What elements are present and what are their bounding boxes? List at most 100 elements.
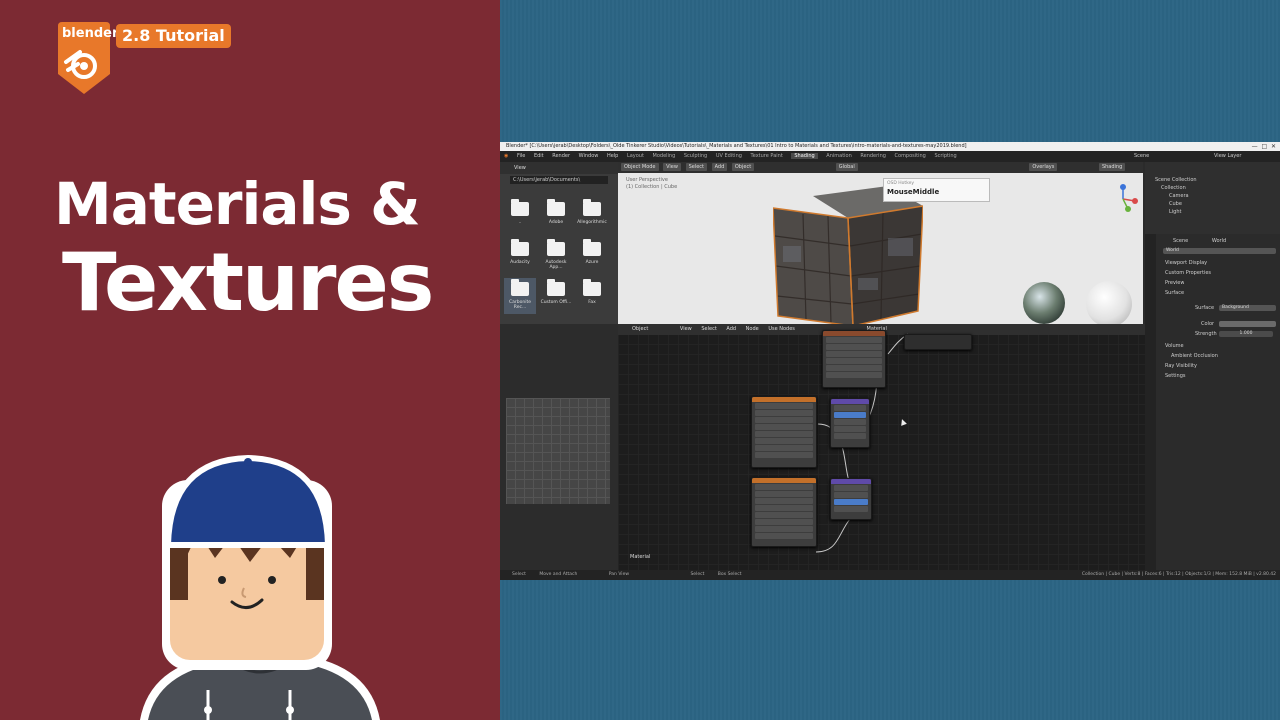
folder-item[interactable]: Audacity bbox=[504, 238, 536, 274]
menu-edit[interactable]: Edit bbox=[534, 153, 544, 159]
strength-label: Strength bbox=[1195, 331, 1217, 337]
scene-tab-label[interactable]: Scene bbox=[1173, 238, 1188, 244]
title-line-1: Materials & bbox=[54, 170, 421, 238]
tab-sculpting[interactable]: Sculpting bbox=[684, 153, 707, 159]
view-layer-selector[interactable]: View Layer bbox=[1214, 151, 1241, 162]
3d-viewport[interactable]: Object Mode View Select Add Object Globa… bbox=[618, 162, 1143, 327]
viewport-menu-view[interactable]: View bbox=[663, 163, 681, 171]
panel-surface[interactable]: Surface bbox=[1165, 289, 1184, 297]
panel-volume[interactable]: Volume bbox=[1165, 342, 1184, 350]
folder-item[interactable]: Autodesk App... bbox=[540, 238, 572, 274]
folder-icon bbox=[511, 199, 529, 216]
panel-viewport-display[interactable]: Viewport Display bbox=[1165, 259, 1207, 267]
title-line-2: Textures bbox=[62, 236, 434, 329]
folder-item[interactable]: Carbonite Rec... bbox=[504, 278, 536, 314]
scene-selector[interactable]: Scene bbox=[1134, 151, 1149, 162]
tab-rendering[interactable]: Rendering bbox=[860, 153, 886, 159]
tutorial-badge: 2.8 Tutorial bbox=[116, 24, 231, 48]
image-texture-node-left[interactable] bbox=[751, 396, 817, 468]
top-menubar: ◉ File Edit Render Window Help Layout Mo… bbox=[500, 151, 1280, 162]
object-mode-dropdown[interactable]: Object Mode bbox=[621, 163, 659, 171]
uv-grid bbox=[506, 398, 610, 504]
blender-screenshot: Blender* [C:\Users\jerab\Desktop\Folders… bbox=[500, 142, 1280, 580]
viewport-header: Object Mode View Select Add Object Globa… bbox=[618, 162, 1143, 173]
folder-icon bbox=[511, 279, 529, 296]
folder-icon bbox=[583, 199, 601, 216]
tab-compositing[interactable]: Compositing bbox=[895, 153, 926, 159]
folder-icon bbox=[511, 239, 529, 256]
matte-preview-sphere bbox=[1086, 281, 1132, 327]
bump-node[interactable] bbox=[830, 398, 870, 448]
folder-icon bbox=[583, 279, 601, 296]
outliner-cube[interactable]: Cube bbox=[1145, 200, 1280, 208]
file-browser-view-menu[interactable]: View bbox=[514, 165, 526, 171]
outliner-collection[interactable]: Collection bbox=[1145, 184, 1280, 192]
navigation-gizmo[interactable] bbox=[1108, 184, 1138, 214]
avatar-illustration bbox=[140, 454, 380, 720]
viewport-info: User Perspective (1) Collection | Cube bbox=[626, 177, 678, 190]
viewport-menu-object[interactable]: Object bbox=[731, 163, 755, 171]
strength-field[interactable]: 1.000 bbox=[1219, 331, 1273, 337]
status-bar: Select Move and Attach Pan View Select B… bbox=[500, 570, 1280, 580]
menu-render[interactable]: Render bbox=[552, 153, 570, 159]
image-texture-node-top[interactable] bbox=[822, 330, 886, 388]
tab-modeling[interactable]: Modeling bbox=[653, 153, 676, 159]
world-datablock[interactable]: World bbox=[1163, 248, 1276, 254]
panel-ambient-occlusion[interactable]: Ambient Occlusion bbox=[1171, 352, 1218, 360]
menu-window[interactable]: Window bbox=[579, 153, 599, 159]
panel-preview[interactable]: Preview bbox=[1165, 279, 1184, 287]
properties-tabs[interactable] bbox=[1145, 234, 1156, 570]
panel-ray-visibility[interactable]: Ray Visibility bbox=[1165, 362, 1197, 370]
window-titlebar: Blender* [C:\Users\jerab\Desktop\Folders… bbox=[500, 142, 1280, 151]
panel-custom-properties[interactable]: Custom Properties bbox=[1165, 269, 1211, 277]
menu-help[interactable]: Help bbox=[607, 153, 618, 159]
folder-item[interactable]: Allegorithmic bbox=[576, 198, 608, 234]
menu-file[interactable]: File bbox=[517, 153, 525, 159]
shader-node-editor[interactable]: Object View Select Add Node Use Nodes Ma… bbox=[618, 324, 1145, 570]
image-texture-node-bottom[interactable] bbox=[751, 477, 817, 547]
outliner-scene-collection[interactable]: Scene Collection bbox=[1145, 176, 1280, 184]
orientation-dropdown[interactable]: Global bbox=[835, 163, 858, 171]
file-browser-header: View bbox=[500, 162, 618, 174]
osd-hotkey-popup: OSD Hotkey MouseMiddle bbox=[883, 178, 990, 202]
shading-dropdown[interactable]: Shading bbox=[1098, 163, 1126, 171]
folder-icon bbox=[547, 239, 565, 256]
folder-item[interactable]: Fax bbox=[576, 278, 608, 314]
folder-icon bbox=[547, 279, 565, 296]
tab-shading[interactable]: Shading bbox=[791, 153, 818, 159]
folder-icon bbox=[547, 199, 565, 216]
folder-item[interactable]: Azure bbox=[576, 238, 608, 274]
normal-map-node[interactable] bbox=[830, 478, 872, 520]
properties-editor: Scene World World Viewport Display Custo… bbox=[1145, 234, 1280, 570]
outliner-camera[interactable]: Camera bbox=[1145, 192, 1280, 200]
window-controls[interactable]: — □ ✕ bbox=[1252, 142, 1276, 151]
hdri-preview-sphere bbox=[1023, 282, 1065, 324]
folder-item[interactable]: Adobe bbox=[540, 198, 572, 234]
panel-settings[interactable]: Settings bbox=[1165, 372, 1186, 380]
world-tab-label[interactable]: World bbox=[1212, 238, 1226, 244]
window-title: Blender* [C:\Users\jerab\Desktop\Folders… bbox=[506, 143, 967, 149]
surface-dropdown[interactable]: Background bbox=[1219, 305, 1276, 311]
material-output-popup[interactable] bbox=[904, 334, 972, 350]
color-swatch[interactable] bbox=[1219, 321, 1276, 327]
tab-uv-editing[interactable]: UV Editing bbox=[716, 153, 742, 159]
tab-animation[interactable]: Animation bbox=[826, 153, 852, 159]
overlays-dropdown[interactable]: Overlays bbox=[1029, 163, 1058, 171]
color-label: Color bbox=[1201, 321, 1215, 327]
viewport-menu-select[interactable]: Select bbox=[685, 163, 707, 171]
viewport-menu-add[interactable]: Add bbox=[711, 163, 728, 171]
tab-scripting[interactable]: Scripting bbox=[934, 153, 956, 159]
folder-icon bbox=[583, 239, 601, 256]
outliner: Scene Collection Collection Camera Cube … bbox=[1145, 162, 1280, 234]
blender-menu-icon[interactable]: ◉ bbox=[504, 153, 508, 159]
status-stats: Collection | Cube | Verts:8 | Faces:6 | … bbox=[1081, 572, 1276, 577]
file-path-field[interactable]: C:\Users\jerab\Documents\ bbox=[510, 176, 608, 184]
tab-texture-paint[interactable]: Texture Paint bbox=[751, 153, 783, 159]
outliner-light[interactable]: Light bbox=[1145, 208, 1280, 216]
folder-item[interactable]: Custom Offi... bbox=[540, 278, 572, 314]
folder-parent[interactable]: .. bbox=[504, 198, 536, 234]
image-editor[interactable] bbox=[500, 324, 618, 570]
logo-text: blender bbox=[62, 26, 119, 41]
left-panel: blender 2.8 Tutorial Materials & Texture… bbox=[0, 0, 500, 720]
tab-layout[interactable]: Layout bbox=[627, 153, 644, 159]
